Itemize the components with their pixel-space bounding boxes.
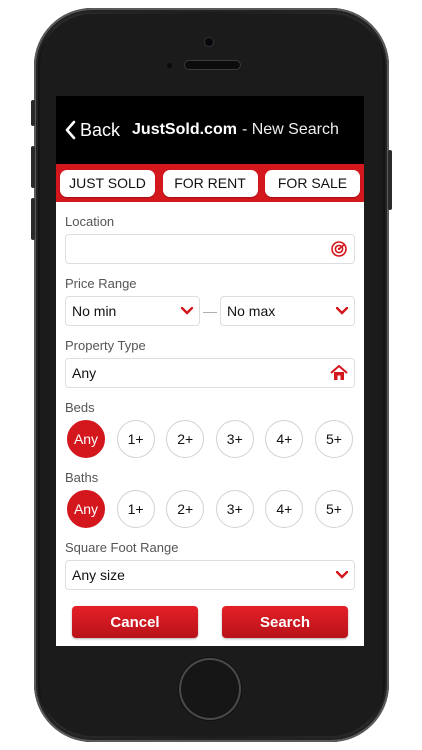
location-label: Location [65,214,115,229]
form-actions: Cancel Search [56,606,364,638]
property-type-select[interactable]: Any [65,358,355,388]
beds-option-5[interactable]: 5+ [314,420,353,458]
back-button[interactable]: Back [64,120,120,141]
volume-up-button [31,146,35,188]
proximity-sensor [167,63,172,68]
beds-label: Beds [65,400,95,415]
square-foot-select[interactable]: Any size [65,560,355,590]
price-max-select[interactable]: No max [220,296,355,326]
baths-options: Any 1+ 2+ 3+ 4+ 5+ [65,490,355,528]
app-screen: Back JustSold.com - New Search JUST SOLD… [56,96,364,646]
chevron-down-icon [336,307,348,315]
home-icon [330,365,348,381]
price-min-select[interactable]: No min [65,296,200,326]
price-range-row: No min — No max [65,296,355,326]
chevron-down-icon [336,571,348,579]
mute-switch [31,100,35,126]
square-foot-label: Square Foot Range [65,540,179,555]
baths-option-1[interactable]: 1+ [116,490,155,528]
location-input[interactable] [65,234,355,264]
price-min-value: No min [72,303,117,319]
baths-option-any[interactable]: Any [67,490,105,528]
navigation-bar: Back JustSold.com - New Search [56,96,364,164]
baths-option-4[interactable]: 4+ [265,490,304,528]
square-foot-value: Any size [72,567,125,583]
price-range-label: Price Range [65,276,137,291]
tab-just-sold[interactable]: JUST SOLD [60,169,155,197]
site-name: JustSold.com [132,121,237,138]
cancel-button[interactable]: Cancel [72,606,198,638]
search-form: Location Price Range No min — No max Pro… [56,214,364,590]
property-type-label: Property Type [65,338,146,353]
price-max-value: No max [227,303,276,319]
search-button[interactable]: Search [222,606,348,638]
home-button[interactable] [181,660,239,718]
price-range-separator: — [203,303,217,319]
chevron-left-icon [64,120,76,140]
beds-option-2[interactable]: 2+ [166,420,205,458]
baths-option-3[interactable]: 3+ [215,490,254,528]
chevron-down-icon [181,307,193,315]
property-type-value: Any [72,365,97,381]
beds-option-1[interactable]: 1+ [116,420,155,458]
beds-options: Any 1+ 2+ 3+ 4+ 5+ [65,420,355,458]
baths-label: Baths [65,470,99,485]
location-target-icon[interactable] [330,240,348,258]
beds-option-3[interactable]: 3+ [215,420,254,458]
baths-option-2[interactable]: 2+ [166,490,205,528]
listing-type-tabs: JUST SOLD FOR RENT FOR SALE [56,164,364,202]
tab-for-rent[interactable]: FOR RENT [162,169,258,197]
page-subtitle: - New Search [241,121,339,138]
power-button [388,150,392,210]
front-camera [205,38,213,46]
volume-down-button [31,198,35,240]
back-label: Back [80,119,121,140]
tab-for-sale[interactable]: FOR SALE [265,169,360,197]
baths-option-5[interactable]: 5+ [314,490,353,528]
beds-option-any[interactable]: Any [67,420,105,458]
earpiece-speaker [185,61,240,69]
beds-option-4[interactable]: 4+ [265,420,304,458]
